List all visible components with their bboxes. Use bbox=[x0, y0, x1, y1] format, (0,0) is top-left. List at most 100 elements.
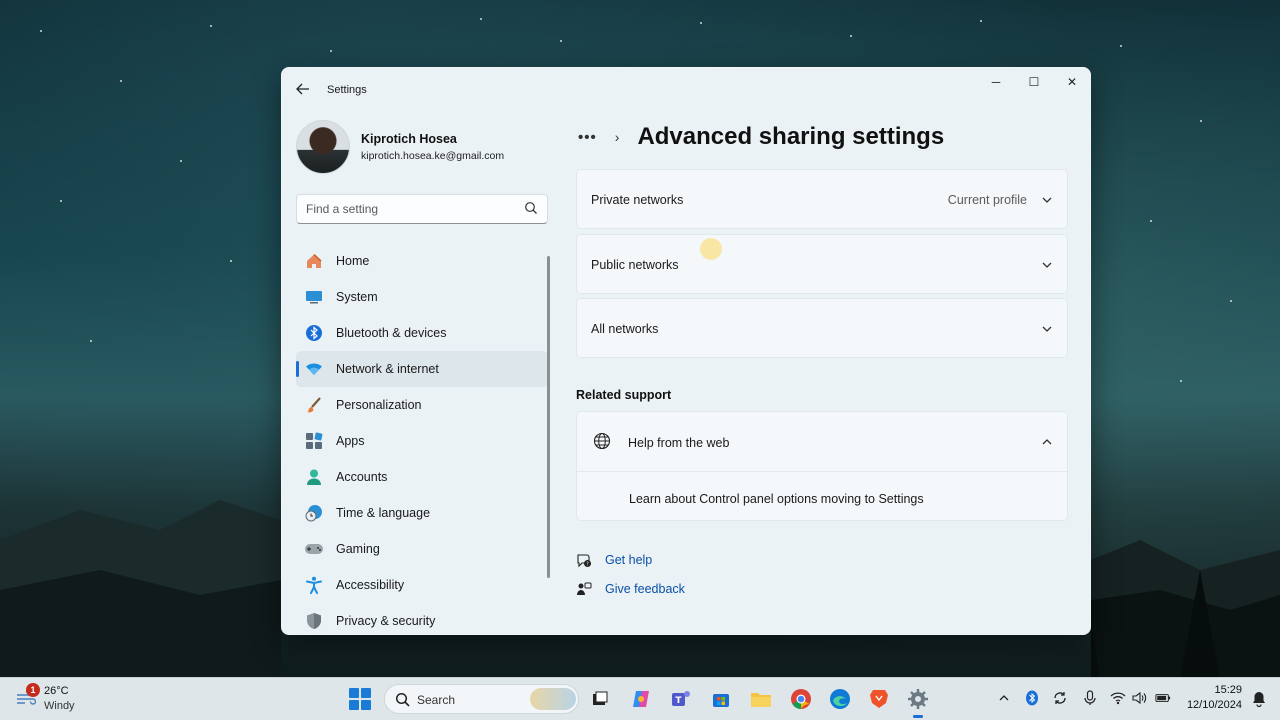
feedback-icon bbox=[577, 582, 592, 595]
edge-icon bbox=[830, 689, 850, 709]
minimize-icon: ─ bbox=[991, 75, 1001, 89]
sidebar-item-label: Time & language bbox=[336, 506, 431, 520]
chevron-down-icon[interactable] bbox=[1041, 259, 1053, 271]
system-clock[interactable]: 15:29 12/10/2024 bbox=[1187, 684, 1242, 711]
gamepad-icon bbox=[304, 539, 324, 559]
apps-icon bbox=[304, 431, 324, 451]
card-label: Public networks bbox=[591, 258, 679, 272]
file-explorer-button[interactable] bbox=[748, 686, 774, 712]
user-profile[interactable]: Kiprotich Hosea kiprotich.hosea.ke@gmail… bbox=[296, 120, 546, 176]
close-button[interactable]: ✕ bbox=[1053, 68, 1090, 96]
copilot-icon bbox=[633, 691, 649, 707]
sidebar-item-personalization[interactable]: Personalization bbox=[296, 387, 548, 423]
profile-name: Kiprotich Hosea bbox=[361, 132, 457, 146]
weather-widget[interactable]: 1 26°C Windy bbox=[14, 683, 84, 715]
taskbar: 1 26°C Windy Search T 15:29 12/10/2024 bbox=[0, 677, 1280, 720]
give-feedback-link[interactable]: Give feedback bbox=[576, 581, 685, 597]
sidebar-item-label: Personalization bbox=[336, 398, 422, 412]
sidebar-item-accounts[interactable]: Accounts bbox=[296, 459, 548, 495]
control-panel-help-link[interactable]: Learn about Control panel options moving… bbox=[629, 492, 924, 506]
back-button[interactable] bbox=[292, 78, 314, 100]
sidebar-item-label: Accessibility bbox=[336, 578, 405, 592]
sidebar-item-gaming[interactable]: Gaming bbox=[296, 531, 548, 567]
battery-icon[interactable] bbox=[1155, 690, 1171, 706]
help-from-web-card: Help from the web Learn about Control pa… bbox=[576, 411, 1068, 521]
sidebar-item-privacy[interactable]: Privacy & security bbox=[296, 603, 548, 634]
get-help-link[interactable]: ? Get help bbox=[576, 552, 652, 568]
brave-button[interactable] bbox=[866, 686, 892, 712]
minimize-button[interactable]: ─ bbox=[977, 68, 1015, 96]
microphone-icon[interactable] bbox=[1082, 690, 1098, 706]
weather-condition: Windy bbox=[44, 700, 75, 712]
sidebar-item-time-language[interactable]: Time & language bbox=[296, 495, 548, 531]
sidebar-item-label: System bbox=[336, 290, 378, 304]
sidebar-item-label: Bluetooth & devices bbox=[336, 326, 447, 340]
help-title: Help from the web bbox=[628, 436, 730, 450]
chevron-right-icon: › bbox=[614, 129, 620, 145]
sidebar-item-apps[interactable]: Apps bbox=[296, 423, 548, 459]
wifi-icon[interactable] bbox=[1110, 690, 1126, 706]
notification-bell-icon[interactable] bbox=[1252, 691, 1266, 707]
windows-logo-tile bbox=[361, 688, 371, 698]
sidebar-item-label: Accounts bbox=[336, 470, 388, 484]
bluetooth-icon[interactable] bbox=[1024, 690, 1040, 706]
help-from-web-header[interactable]: Help from the web bbox=[577, 412, 1067, 472]
chevron-down-icon[interactable] bbox=[1041, 194, 1053, 206]
home-icon bbox=[304, 251, 324, 271]
sidebar-scrollbar[interactable] bbox=[547, 256, 550, 578]
sidebar-item-home[interactable]: Home bbox=[296, 243, 548, 279]
settings-search bbox=[296, 194, 548, 224]
help-chat-icon: ? bbox=[577, 554, 591, 568]
windows-logo-tile bbox=[361, 700, 371, 710]
chrome-button[interactable] bbox=[788, 686, 814, 712]
system-icon bbox=[304, 287, 324, 307]
chevron-up-icon[interactable] bbox=[996, 690, 1012, 706]
breadcrumb: ••• › Advanced sharing settings bbox=[578, 120, 944, 154]
gear-icon bbox=[908, 689, 928, 709]
chevron-down-icon[interactable] bbox=[1041, 323, 1053, 335]
current-profile-label: Current profile bbox=[947, 193, 1027, 207]
windows-logo-tile bbox=[349, 688, 359, 698]
store-button[interactable] bbox=[708, 686, 734, 712]
folder-icon bbox=[751, 693, 771, 707]
search-icon bbox=[395, 692, 410, 707]
settings-taskbar-button[interactable] bbox=[905, 686, 931, 718]
sidebar-item-label: Apps bbox=[336, 434, 365, 448]
clock-time: 15:29 bbox=[1214, 684, 1242, 696]
all-networks-card[interactable]: All networks bbox=[576, 298, 1068, 358]
sidebar-item-accessibility[interactable]: Accessibility bbox=[296, 567, 548, 603]
edge-button[interactable] bbox=[827, 686, 853, 712]
breadcrumb-overflow-button[interactable]: ••• bbox=[578, 129, 597, 146]
private-networks-card[interactable]: Private networks Current profile bbox=[576, 169, 1068, 229]
arrow-left-icon bbox=[296, 83, 309, 95]
public-networks-card[interactable]: Public networks bbox=[576, 234, 1068, 294]
volume-icon[interactable] bbox=[1132, 690, 1148, 706]
svg-text:?: ? bbox=[586, 562, 589, 568]
search-icon[interactable] bbox=[524, 201, 538, 215]
task-view-icon bbox=[593, 691, 608, 705]
taskbar-search-label: Search bbox=[417, 693, 456, 707]
chevron-up-icon[interactable] bbox=[1041, 436, 1053, 448]
get-help-label: Get help bbox=[605, 553, 653, 567]
globe-icon bbox=[593, 432, 611, 450]
cursor-highlight bbox=[700, 238, 722, 260]
brave-icon bbox=[870, 690, 888, 708]
sidebar-item-network[interactable]: Network & internet bbox=[296, 351, 548, 387]
copilot-button[interactable] bbox=[628, 686, 654, 712]
search-input[interactable] bbox=[306, 200, 506, 218]
profile-email: kiprotich.hosea.ke@gmail.com bbox=[361, 150, 505, 162]
teams-icon: T bbox=[672, 691, 690, 706]
sidebar-item-system[interactable]: System bbox=[296, 279, 548, 315]
title-bar: Settings ─ ☐ ✕ bbox=[282, 68, 1090, 112]
sidebar-item-label: Privacy & security bbox=[336, 614, 436, 628]
maximize-button[interactable]: ☐ bbox=[1015, 68, 1053, 96]
taskbar-search[interactable]: Search bbox=[384, 684, 579, 714]
task-view-button[interactable] bbox=[587, 686, 613, 712]
teams-button[interactable]: T bbox=[668, 686, 694, 712]
start-button[interactable] bbox=[349, 688, 371, 710]
search-highlight-image bbox=[530, 688, 576, 710]
close-icon: ✕ bbox=[1066, 75, 1078, 89]
sidebar-item-bluetooth[interactable]: Bluetooth & devices bbox=[296, 315, 548, 351]
sync-icon[interactable] bbox=[1052, 690, 1068, 706]
card-label: Private networks bbox=[591, 193, 684, 207]
